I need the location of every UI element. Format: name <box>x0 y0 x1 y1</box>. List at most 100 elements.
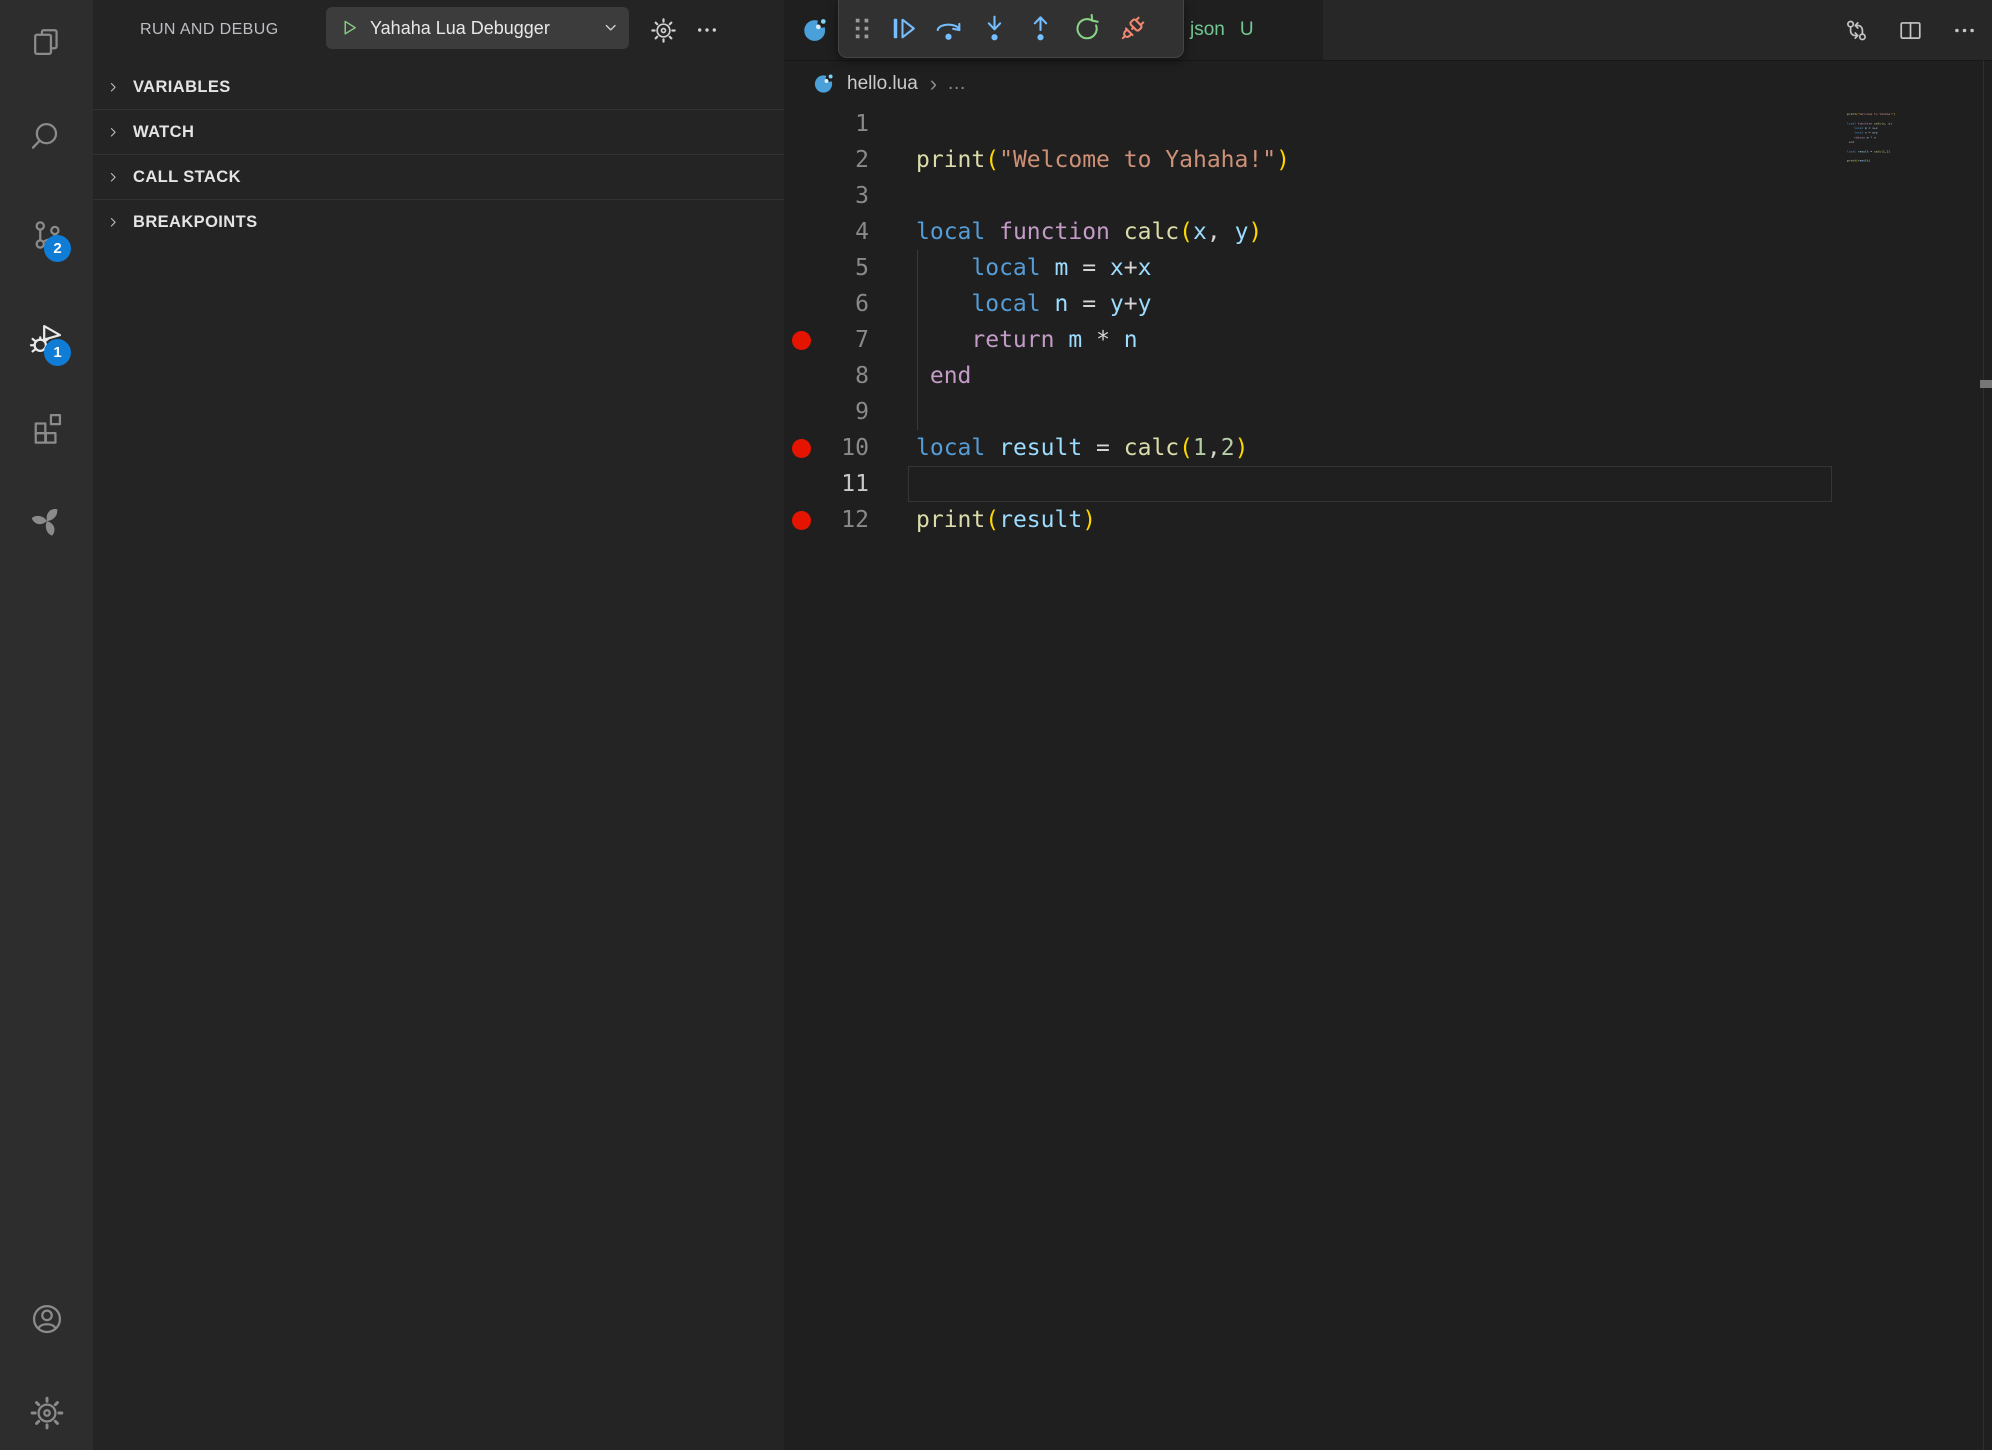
breakpoint-icon[interactable] <box>792 439 811 458</box>
code-line-8[interactable]: 8 end <box>784 358 1944 394</box>
activity-bar-item-explorer[interactable] <box>0 5 93 79</box>
breakpoint-icon[interactable] <box>792 331 811 350</box>
git-status-untracked-badge: U <box>1240 19 1254 41</box>
debug-settings-gear-icon[interactable] <box>649 16 677 44</box>
lua-file-icon <box>802 16 831 45</box>
line-number[interactable]: 6 <box>820 286 869 322</box>
disconnect-icon <box>1116 12 1149 45</box>
launch-config-label: Yahaha Lua Debugger <box>370 18 601 39</box>
tab-json-label: json <box>1190 19 1225 41</box>
overview-cursor-marker <box>1980 380 1992 388</box>
account-icon <box>29 1301 65 1337</box>
code-line-6[interactable]: 6 local n = y+y <box>784 286 1944 322</box>
section-watch[interactable]: WATCH <box>93 110 784 155</box>
debug-start-icon[interactable] <box>338 17 360 39</box>
code-text: print("Welcome to Yahaha!") <box>869 142 1290 178</box>
code-text: local function calc(x, y) <box>869 214 1262 250</box>
line-number[interactable]: 1 <box>820 106 869 142</box>
line-number[interactable]: 7 <box>820 322 869 358</box>
code-line-1[interactable]: 1 <box>784 106 1944 142</box>
step-out-icon <box>1024 12 1057 45</box>
debug-disconnect-button[interactable] <box>1109 6 1155 52</box>
code-text: return m * n <box>869 322 1138 358</box>
line-number[interactable]: 11 <box>820 466 869 502</box>
section-label: VARIABLES <box>133 78 231 97</box>
yahaha-icon <box>29 503 65 539</box>
settings-icon <box>29 1395 65 1431</box>
section-call-stack[interactable]: CALL STACK <box>93 155 784 200</box>
debug-step-into-button[interactable] <box>971 6 1017 52</box>
glyph-margin[interactable] <box>784 394 820 430</box>
activity-bar-item-source-control[interactable]: 2 <box>0 198 93 272</box>
lua-file-icon <box>813 72 837 96</box>
debug-step-over-button[interactable] <box>925 6 971 52</box>
line-number[interactable]: 9 <box>820 394 869 430</box>
code-line-12[interactable]: 12print(result) <box>784 502 1944 538</box>
section-variables[interactable]: VARIABLES <box>93 65 784 110</box>
code-text: end <box>869 358 971 394</box>
line-number[interactable]: 5 <box>820 250 869 286</box>
debug-continue-button[interactable] <box>879 6 925 52</box>
activity-bar-item-yahaha[interactable] <box>0 484 93 558</box>
glyph-margin[interactable] <box>784 430 820 466</box>
line-number[interactable]: 4 <box>820 214 869 250</box>
glyph-margin[interactable] <box>784 214 820 250</box>
activity-bar-item-run-and-debug[interactable]: 1 <box>0 302 93 376</box>
line-number[interactable]: 10 <box>820 430 869 466</box>
code-line-2[interactable]: 2print("Welcome to Yahaha!") <box>784 142 1944 178</box>
activity-bar-item-account[interactable] <box>0 1282 93 1356</box>
chevron-right-icon <box>105 214 122 231</box>
section-label: WATCH <box>133 123 194 142</box>
glyph-margin[interactable] <box>784 178 820 214</box>
tab-json[interactable]: json U <box>1190 0 1254 60</box>
code-line-11[interactable]: 11 <box>784 466 1944 502</box>
line-number[interactable]: 12 <box>820 502 869 538</box>
code-line-5[interactable]: 5 local m = x+x <box>784 250 1944 286</box>
debug-restart-button[interactable] <box>1063 6 1109 52</box>
search-icon <box>29 119 65 155</box>
activity-bar-item-extensions[interactable] <box>0 391 93 465</box>
glyph-margin[interactable] <box>784 106 820 142</box>
open-changes-icon[interactable] <box>1843 17 1870 44</box>
glyph-margin[interactable] <box>784 250 820 286</box>
launch-config-dropdown[interactable]: Yahaha Lua Debugger <box>326 7 629 49</box>
step-into-icon <box>978 12 1011 45</box>
section-breakpoints[interactable]: BREAKPOINTS <box>93 200 784 244</box>
views-more-actions-icon[interactable] <box>693 16 721 44</box>
code-line-3[interactable]: 3 <box>784 178 1944 214</box>
glyph-margin[interactable] <box>784 502 820 538</box>
activity-bar-item-search[interactable] <box>0 100 93 174</box>
code-line-9[interactable]: 9 <box>784 394 1944 430</box>
line-number[interactable]: 8 <box>820 358 869 394</box>
breakpoint-icon[interactable] <box>792 511 811 530</box>
debug-toolbar-drag-handle[interactable] <box>845 6 879 52</box>
code-line-7[interactable]: 7 return m * n <box>784 322 1944 358</box>
editor-group: json U hello.lua › … 12print("Welcome to… <box>784 0 1992 1450</box>
debug-step-out-button[interactable] <box>1017 6 1063 52</box>
restart-icon <box>1070 12 1103 45</box>
continue-icon <box>886 12 919 45</box>
sidebar-run-and-debug: RUN AND DEBUG Yahaha Lua Debugger VARIAB… <box>93 0 784 1450</box>
glyph-margin[interactable] <box>784 286 820 322</box>
activity-bar-item-settings[interactable] <box>0 1376 93 1450</box>
code-line-10[interactable]: 10local result = calc(1,2) <box>784 430 1944 466</box>
extensions-icon <box>29 410 65 446</box>
code-text: local m = x+x <box>869 250 1151 286</box>
split-editor-icon[interactable] <box>1897 17 1924 44</box>
minimap-content: print("Welcome to Yahaha!") local functi… <box>1847 107 1863 163</box>
glyph-margin[interactable] <box>784 322 820 358</box>
breadcrumb-symbol-more[interactable]: … <box>947 73 966 95</box>
chevron-right-icon <box>105 169 122 186</box>
code-line-4[interactable]: 4local function calc(x, y) <box>784 214 1944 250</box>
line-number[interactable]: 3 <box>820 178 869 214</box>
glyph-margin[interactable] <box>784 142 820 178</box>
line-number[interactable]: 2 <box>820 142 869 178</box>
sidebar-title: RUN AND DEBUG <box>140 0 279 60</box>
breadcrumb-file[interactable]: hello.lua <box>847 73 918 95</box>
more-actions-icon[interactable] <box>1951 17 1978 44</box>
run-and-debug-badge: 1 <box>44 339 71 366</box>
glyph-margin[interactable] <box>784 358 820 394</box>
glyph-margin[interactable] <box>784 466 820 502</box>
breadcrumb-separator-icon: › <box>930 74 937 94</box>
minimap[interactable]: print("Welcome to Yahaha!") local functi… <box>1847 107 1967 182</box>
